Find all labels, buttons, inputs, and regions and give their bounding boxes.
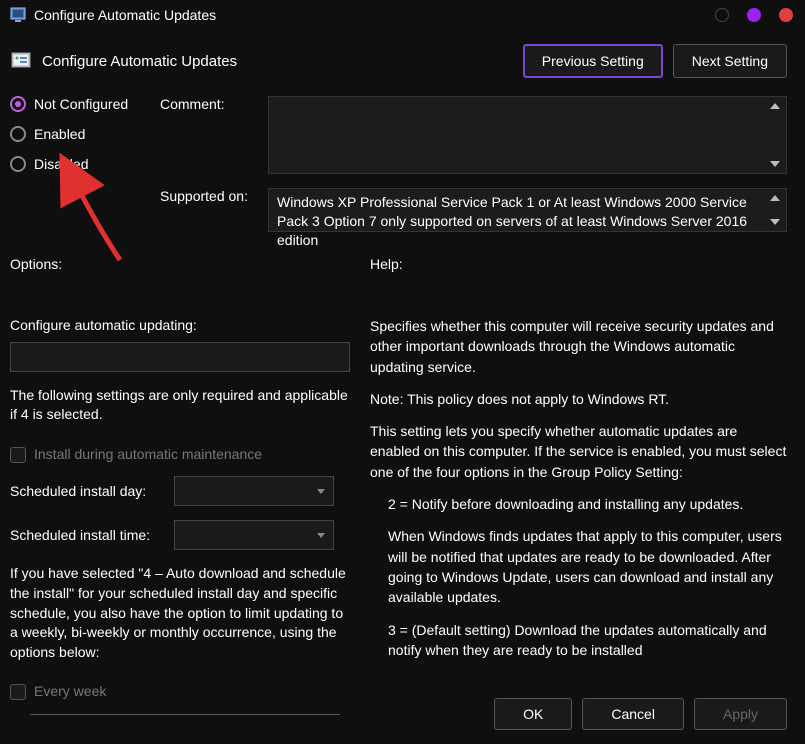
checkbox-icon [10,684,26,700]
scroll-down-icon[interactable] [770,161,780,167]
options-help-split: Options: Configure automatic updating: T… [0,246,805,664]
scroll-up-icon[interactable] [770,103,780,109]
help-paragraph: Specifies whether this computer will rec… [370,316,787,377]
every-week-checkbox[interactable]: Every week [10,682,350,702]
options-heading: Options: [10,256,350,272]
help-text: Specifies whether this computer will rec… [370,280,787,664]
apply-button[interactable]: Apply [694,698,787,730]
maximize-button[interactable] [747,8,761,22]
app-icon [10,7,26,23]
help-paragraph: Note: This policy does not apply to Wind… [370,389,787,409]
titlebar: Configure Automatic Updates [0,0,805,30]
supported-label: Supported on: [160,188,268,232]
schedule-note: If you have selected "4 – Auto download … [10,564,350,662]
close-button[interactable] [779,8,793,22]
radio-label: Enabled [34,126,85,142]
help-option: 3 = (Default setting) Download the updat… [370,620,787,661]
help-option-detail: When Windows finds updates that apply to… [370,526,787,607]
dialog-footer: OK Cancel Apply [494,698,787,730]
options-note: The following settings are only required… [10,386,350,425]
configure-updating-select[interactable] [10,342,350,372]
page-title: Configure Automatic Updates [42,53,237,70]
supported-on-text: Windows XP Professional Service Pack 1 o… [268,188,787,232]
header-row: Configure Automatic Updates Previous Set… [0,30,805,92]
checkbox-label: Every week [34,682,106,702]
checkbox-icon [10,447,26,463]
comment-supported-fields: Comment: Supported on: Windows XP Profes… [160,96,787,246]
cancel-button[interactable]: Cancel [582,698,684,730]
minimize-button[interactable] [715,8,729,22]
policy-icon [10,50,32,72]
options-panel: Options: Configure automatic updating: T… [10,256,350,664]
next-setting-button[interactable]: Next Setting [673,44,787,78]
radio-label: Not Configured [34,96,128,112]
comment-textarea[interactable] [268,96,787,174]
radio-icon [10,96,26,112]
window-title: Configure Automatic Updates [34,7,216,23]
install-day-select[interactable] [174,476,334,506]
install-time-select[interactable] [174,520,334,550]
help-panel: Help: Specifies whether this computer wi… [370,256,787,664]
radio-enabled[interactable]: Enabled [10,126,150,142]
radio-icon [10,156,26,172]
help-paragraph: This setting lets you specify whether au… [370,421,787,482]
scroll-down-icon[interactable] [770,219,780,225]
divider [30,714,340,715]
previous-setting-button[interactable]: Previous Setting [523,44,663,78]
radio-disabled[interactable]: Disabled [10,156,150,172]
install-maintenance-checkbox[interactable]: Install during automatic maintenance [10,445,350,465]
comment-label: Comment: [160,96,268,174]
ok-button[interactable]: OK [494,698,572,730]
state-radios: Not Configured Enabled Disabled [10,96,150,246]
policy-state-area: Not Configured Enabled Disabled Comment:… [0,92,805,246]
help-heading: Help: [370,256,787,272]
radio-icon [10,126,26,142]
install-day-label: Scheduled install day: [10,482,160,502]
checkbox-label: Install during automatic maintenance [34,445,262,465]
radio-not-configured[interactable]: Not Configured [10,96,150,112]
configure-updating-label: Configure automatic updating: [10,316,350,336]
supported-on-value: Windows XP Professional Service Pack 1 o… [277,194,747,248]
help-option: 2 = Notify before downloading and instal… [370,494,787,514]
install-time-label: Scheduled install time: [10,526,160,546]
radio-label: Disabled [34,156,88,172]
scroll-up-icon[interactable] [770,195,780,201]
